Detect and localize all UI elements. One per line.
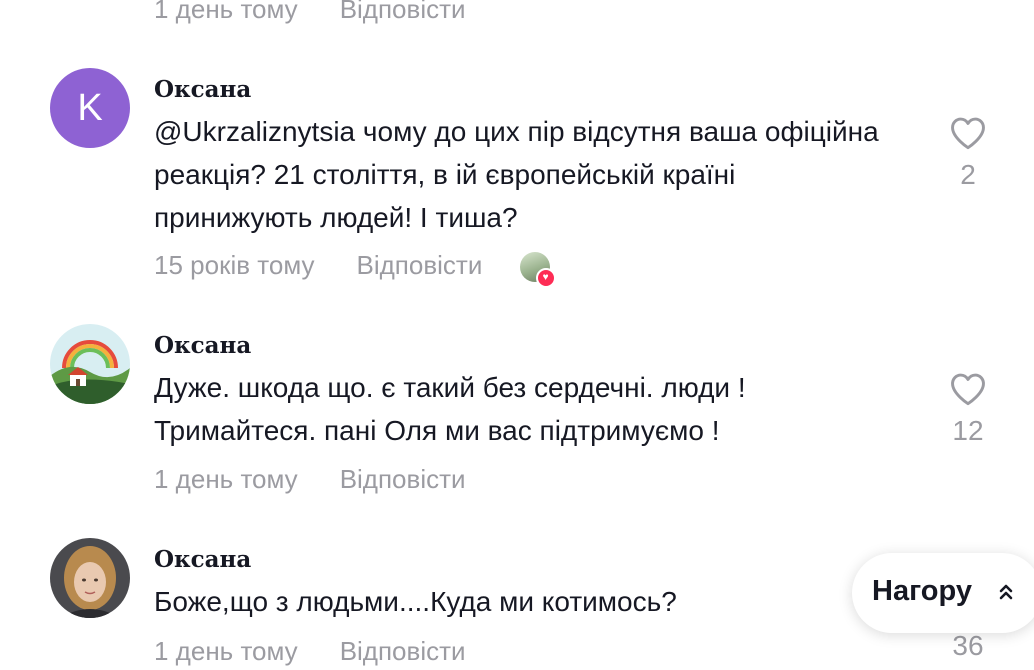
comment-author[interactable]: Оксана — [154, 332, 251, 359]
avatar[interactable]: K — [50, 68, 130, 148]
comment-meta: 1 день тому Відповісти — [154, 636, 466, 667]
reply-button[interactable]: Відповісти — [357, 250, 483, 280]
heart-badge-icon: ♥ — [535, 268, 556, 289]
reply-button[interactable]: Відповісти — [340, 464, 466, 494]
like-count: 2 — [960, 159, 976, 190]
comment-text: Боже,що з людьми....Куда ми котимось? — [154, 586, 677, 617]
back-to-top-label: Нагору — [872, 575, 972, 607]
heart-outline-icon[interactable] — [949, 116, 987, 150]
user-photo-avatar-image — [50, 538, 130, 618]
comment-text: Дуже. шкода що. є такий без сердечні. лю… — [154, 372, 746, 446]
like-button[interactable]: 12 — [946, 372, 990, 447]
creator-liked-avatar: ♥ — [519, 252, 556, 289]
comment-time: 1 день тому — [154, 464, 298, 494]
double-chevron-up-icon — [999, 584, 1013, 600]
avatar[interactable] — [50, 538, 130, 618]
comment-time: 15 років тому — [154, 250, 315, 280]
previous-comment-meta: 1 день тому Відповісти — [154, 0, 466, 25]
comment-meta: 1 день тому Відповісти — [154, 464, 466, 495]
comment-author[interactable]: Оксана — [154, 546, 251, 573]
heart-outline-icon[interactable] — [949, 372, 987, 406]
back-to-top-button[interactable]: Нагору — [852, 553, 1034, 633]
comment-time: 1 день тому — [154, 0, 298, 24]
reply-button[interactable]: Відповісти — [340, 636, 466, 666]
like-button[interactable]: 2 — [946, 116, 990, 191]
avatar[interactable] — [50, 324, 130, 404]
landscape-avatar-image — [50, 324, 130, 404]
like-count: 36 — [952, 630, 984, 661]
reply-button[interactable]: Відповісти — [340, 0, 466, 24]
comment-time: 1 день тому — [154, 636, 298, 666]
comment-author[interactable]: Оксана — [154, 76, 251, 103]
comment-text: @Ukrzaliznytsia чому до цих пір відсутня… — [154, 116, 879, 233]
comment-meta: 15 років тому Відповісти ♥ — [154, 250, 556, 289]
avatar-letter: K — [77, 87, 103, 129]
like-count: 12 — [952, 415, 984, 446]
